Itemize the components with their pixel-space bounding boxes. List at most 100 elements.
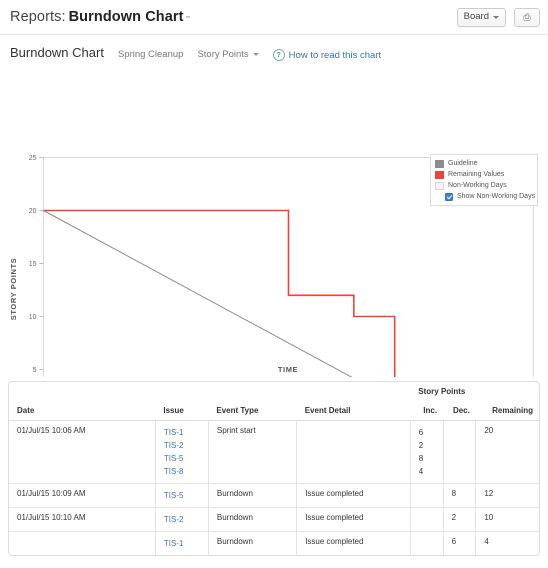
burndown-events-panel: Story Points Date Issue Event Type Event… <box>8 381 540 556</box>
table-row: 01/Jul/15 10:06 AM TIS-1 TIS-2 TIS-5 TIS-8 Sp… <box>9 420 539 484</box>
table-body: 01/Jul/15 10:06 AM TIS-1 TIS-2 TIS-5 TIS-8 Sp… <box>9 420 539 555</box>
legend-label-remaining-values: Remaining Values <box>448 171 505 178</box>
y-axis-ticks: 0510152025 <box>29 155 44 374</box>
x-axis-label: TIME <box>278 365 298 374</box>
burndown-events-table: Story Points Date Issue Event Type Event… <box>9 382 539 555</box>
cell-dec: 2 <box>443 507 477 532</box>
column-header-issue[interactable]: Issue <box>155 401 209 421</box>
issue-link[interactable]: TIS-1 <box>164 537 202 550</box>
non-working-days-color-swatch <box>435 181 444 190</box>
issue-link[interactable]: TIS-8 <box>164 465 202 478</box>
cell-inc <box>410 507 444 532</box>
legend-item-remaining-values[interactable]: Remaining Values <box>435 169 533 180</box>
cell-date <box>9 531 156 555</box>
y-axis-label: STORY POINTS <box>9 258 18 321</box>
how-to-read-link-label: How to read this chart <box>288 49 382 61</box>
issue-link[interactable]: TIS-2 <box>164 513 202 526</box>
cell-event-type: Sprint start <box>208 420 298 484</box>
chevron-down-icon <box>252 53 259 56</box>
table-row: 01/Jul/15 10:10 AM TIS-2 Burndown Issue com… <box>9 507 539 532</box>
story-points-group-header: Story Points <box>418 387 466 396</box>
question-circle-icon: ? <box>272 49 285 61</box>
board-dropdown-button[interactable]: Board <box>456 7 506 27</box>
cell-event-type: Burndown <box>208 531 298 555</box>
legend-item-guideline[interactable]: Guideline <box>435 158 533 169</box>
y-tick-label: 15 <box>29 261 37 268</box>
top-header-bar: Reports: Burndown Chart - Board ⎙ <box>0 0 548 35</box>
report-subheader: Burndown Chart Spring Cleanup Story Poin… <box>0 35 548 67</box>
chart-legend: Guideline Remaining Values Non-Working D… <box>430 154 538 206</box>
page-title: Reports: Burndown Chart - <box>10 9 191 25</box>
cell-event-detail: Issue completed <box>296 531 411 555</box>
report-title: Burndown Chart <box>10 45 104 60</box>
cell-dec <box>443 420 477 484</box>
cell-event-detail <box>296 420 411 484</box>
checkbox-checked-icon[interactable] <box>445 192 453 201</box>
cell-issue: TIS-1 TIS-2 TIS-5 TIS-8 <box>155 420 209 484</box>
table-header-row: Date Issue Event Type Event Detail Inc. … <box>9 401 539 421</box>
group-spacer-event-type <box>208 382 296 401</box>
column-header-inc[interactable]: Inc. <box>410 401 444 421</box>
show-non-working-days-label: Show Non-Working Days <box>457 193 536 200</box>
cell-remaining: 12 <box>475 483 539 508</box>
group-spacer-issue <box>155 382 208 401</box>
cell-event-detail: Issue completed <box>296 483 411 508</box>
cell-issue: TIS-2 <box>155 507 209 532</box>
cell-inc: 6 2 8 4 <box>410 420 444 484</box>
cell-remaining: 10 <box>475 507 539 532</box>
column-header-remaining[interactable]: Remaining <box>475 401 539 421</box>
inc-value: 8 <box>418 454 424 463</box>
table-row: TIS-1 Burndown Issue completed 6 4 <box>9 531 539 555</box>
group-spacer-event-detail <box>297 382 411 401</box>
top-header-actions: Board ⎙ <box>456 7 540 27</box>
cell-event-detail: Issue completed <box>296 507 411 532</box>
column-header-date[interactable]: Date <box>9 401 156 421</box>
column-header-dec[interactable]: Dec. <box>443 401 476 421</box>
issue-link[interactable]: TIS-5 <box>164 452 202 465</box>
cell-issue: TIS-5 <box>155 483 209 508</box>
cell-event-type: Burndown <box>208 507 298 532</box>
chevron-down-icon <box>493 15 499 19</box>
page-title-dash: - <box>185 9 191 25</box>
cell-dec: 6 <box>443 531 477 555</box>
y-tick-label: 25 <box>29 155 37 162</box>
cell-remaining: 4 <box>484 537 489 546</box>
issue-link[interactable]: TIS-5 <box>164 489 202 502</box>
cell-dec: 8 <box>443 483 477 508</box>
inc-value: 6 <box>418 428 424 437</box>
board-dropdown-label: Board <box>463 11 489 22</box>
cell-remaining: 20 <box>475 420 539 484</box>
issue-link[interactable]: TIS-2 <box>164 439 202 452</box>
cell-inc <box>410 483 444 508</box>
show-non-working-days-toggle[interactable]: Show Non-Working Days <box>435 191 536 202</box>
cell-date: 01/Jul/15 10:06 AM <box>9 420 156 484</box>
legend-label-guideline: Guideline <box>448 160 478 167</box>
burndown-chart-svg: 0510152025 10:07:0010:07:3010:08:0010:08… <box>9 155 534 377</box>
inc-value: 2 <box>418 441 424 450</box>
y-tick-label: 5 <box>33 367 37 374</box>
legend-label-non-working-days: Non-Working Days <box>448 182 507 189</box>
metric-dropdown[interactable]: Story Points <box>197 49 259 60</box>
inc-value: 4 <box>418 467 424 476</box>
table-row: 01/Jul/15 10:09 AM TIS-5 Burndown Issue com… <box>9 483 539 508</box>
print-button[interactable]: ⎙ <box>514 7 540 27</box>
column-header-event-type[interactable]: Event Type <box>208 401 297 421</box>
group-spacer-date <box>9 382 155 401</box>
cell-date: 01/Jul/15 10:09 AM <box>9 483 156 508</box>
cell-date: 01/Jul/15 10:10 AM <box>9 507 156 532</box>
metric-dropdown-label: Story Points <box>197 49 249 60</box>
guideline-color-swatch <box>435 159 444 168</box>
page-title-text: Burndown Chart <box>68 9 184 25</box>
cell-event-type: Burndown <box>208 483 298 508</box>
column-header-event-detail[interactable]: Event Detail <box>296 401 411 421</box>
y-tick-label: 10 <box>29 314 37 321</box>
table-group-header-row: Story Points <box>9 382 539 401</box>
issue-link[interactable]: TIS-1 <box>164 426 202 439</box>
how-to-read-link[interactable]: ? How to read this chart <box>272 49 382 61</box>
cell-issue: TIS-1 <box>155 531 209 555</box>
sprint-name: Spring Cleanup <box>117 49 184 60</box>
legend-item-non-working-days[interactable]: Non-Working Days <box>435 180 533 191</box>
y-tick-label: 20 <box>29 208 37 215</box>
cell-inc <box>410 531 444 555</box>
burndown-chart: 0510152025 10:07:0010:07:3010:08:0010:08… <box>0 67 548 377</box>
